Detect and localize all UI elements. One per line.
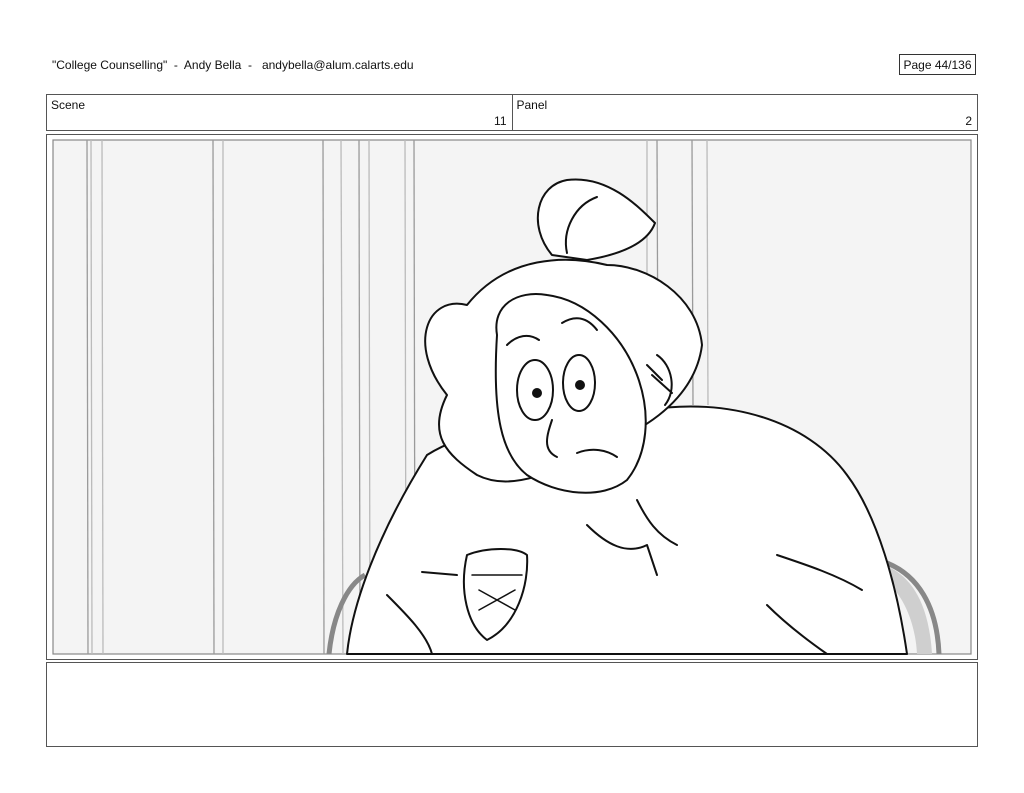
- scene-panel-info-row: Scene 11 Panel 2: [46, 94, 978, 131]
- scene-cell: Scene 11: [47, 95, 512, 130]
- scene-number: 11: [494, 114, 507, 128]
- scene-label: Scene: [51, 98, 86, 112]
- panel-label: Panel: [516, 98, 548, 112]
- panel-cell: Panel 2: [511, 95, 978, 130]
- storyboard-header-title: "College Counselling" - Andy Bella - and…: [52, 58, 414, 72]
- panel-number: 2: [965, 114, 972, 128]
- storyboard-panel-frame: [46, 134, 978, 660]
- panel-notes-box: [46, 662, 978, 747]
- storyboard-sketch: [52, 139, 972, 655]
- page-number: Page 44/136: [899, 54, 976, 75]
